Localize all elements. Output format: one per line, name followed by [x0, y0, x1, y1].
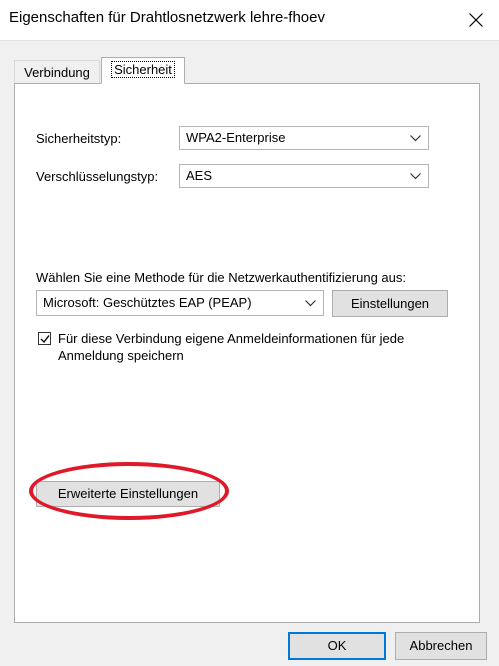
security-type-value: WPA2-Enterprise: [186, 130, 286, 145]
advanced-settings-button-label: Erweiterte Einstellungen: [57, 486, 199, 501]
security-type-label: Sicherheitstyp:: [36, 131, 122, 146]
security-type-select[interactable]: WPA2-Enterprise: [179, 126, 429, 150]
cancel-button[interactable]: Abbrechen: [395, 632, 487, 660]
encryption-type-label: Verschlüsselungstyp:: [36, 169, 159, 184]
encryption-type-value: AES: [186, 168, 213, 183]
window-title: Eigenschaften für Drahtlosnetzwerk lehre…: [9, 9, 325, 26]
advanced-settings-button[interactable]: Erweiterte Einstellungen: [36, 481, 220, 507]
auth-method-label: Wählen Sie eine Methode für die Netzwerk…: [36, 270, 406, 285]
tab-sicherheit-label: Sicherheit: [111, 61, 175, 78]
chevron-down-icon: [410, 135, 421, 142]
close-icon: [469, 13, 483, 27]
chevron-down-icon: [410, 173, 421, 180]
ok-button[interactable]: OK: [288, 632, 386, 660]
chevron-down-icon: [305, 300, 316, 307]
auth-settings-button[interactable]: Einstellungen: [332, 290, 448, 317]
auth-settings-button-label: Einstellungen: [350, 296, 430, 311]
title-bar: Eigenschaften für Drahtlosnetzwerk lehre…: [0, 0, 499, 41]
tab-sicherheit[interactable]: Sicherheit: [101, 57, 185, 84]
tab-verbindung-label: Verbindung: [24, 65, 90, 80]
checkmark-icon: [40, 335, 50, 344]
cancel-button-label: Abbrechen: [409, 638, 473, 653]
tab-verbindung[interactable]: Verbindung: [14, 60, 100, 83]
close-button[interactable]: [453, 0, 499, 40]
auth-method-value: Microsoft: Geschütztes EAP (PEAP): [43, 295, 252, 310]
remember-credentials-checkbox[interactable]: [38, 332, 51, 345]
remember-credentials-label: Für diese Verbindung eigene Anmeldeinfor…: [58, 331, 405, 363]
auth-method-select[interactable]: Microsoft: Geschütztes EAP (PEAP): [36, 290, 324, 316]
encryption-type-select[interactable]: AES: [179, 164, 429, 188]
ok-button-label: OK: [327, 638, 347, 653]
